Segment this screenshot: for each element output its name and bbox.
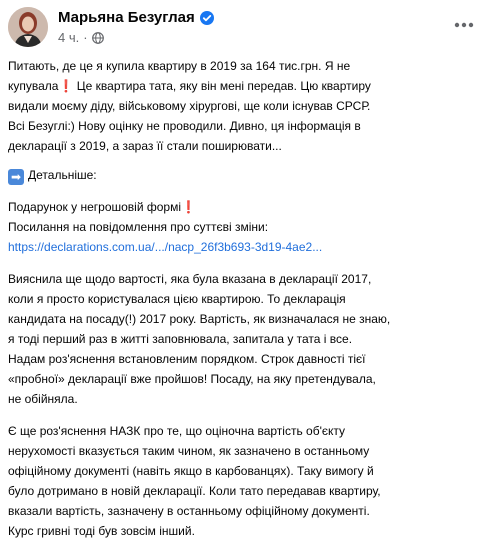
facebook-post: Марьяна Безуглая 4 ч. · Питають, де це я… <box>0 0 488 538</box>
paragraph-3: Вияснила ще щодо вартості, яка була вказ… <box>8 269 484 409</box>
text-line: Посилання на повідомлення про суттєві зм… <box>8 220 269 234</box>
text-line: Є ще роз'яснення НАЗК про те, що оціночн… <box>8 424 346 438</box>
red-exclamation-emoji: ❗ <box>181 200 196 214</box>
post-text: Питають, де це я купила квартиру в 2019 … <box>8 56 484 541</box>
text-line: Курс гривні тоді був зовсім інший. <box>8 524 195 538</box>
paragraph-4: Є ще роз'яснення НАЗК про те, що оціночн… <box>8 421 484 541</box>
text-line: «пробної» декларації вже пройшов! Посаду… <box>8 372 376 386</box>
details-heading: ➡ Детальніше: <box>8 165 484 185</box>
text-line: Надам роз'яснення встановленим порядком.… <box>8 352 366 366</box>
paragraph-2: Подарунок у негрошовій формі❗ Посилання … <box>8 197 484 257</box>
declaration-link[interactable]: https://declarations.com.ua/.../nacp_26f… <box>8 237 484 257</box>
text-line: видали моєму діду, військовому хірургові… <box>8 99 371 113</box>
more-options-icon[interactable] <box>452 13 476 37</box>
text-line: вказали вартість, зазначену в останньому… <box>8 504 370 518</box>
text-line: не обійняла. <box>8 392 78 406</box>
details-label: Детальніше: <box>28 168 97 182</box>
text-line: Вияснила ще щодо вартості, яка була вказ… <box>8 272 372 286</box>
text-line: офіційному документі (навіть якщо в карб… <box>8 464 374 478</box>
avatar-photo <box>8 7 48 47</box>
post-meta: 4 ч. · <box>58 30 104 45</box>
text-line: Подарунок у негрошовій формі❗ <box>8 197 484 217</box>
text-line: було дотримано в новій декларації. Коли … <box>8 484 381 498</box>
text-segment: Це квартира тата, яку він мені передав. … <box>76 79 371 93</box>
red-exclamation-emoji: ❗ <box>58 79 74 93</box>
text-line: купувала❗ Це квартира тата, яку він мені… <box>8 76 484 96</box>
text-line: я тоді перший раз в житті заповнювала, з… <box>8 332 353 346</box>
text-line: Питають, де це я купила квартиру в 2019 … <box>8 59 351 73</box>
text-line: Всі Безуглі:) Нову оцінку не проводили. … <box>8 119 361 133</box>
text-line: декларації з 2019, а зараз її стали поши… <box>8 139 282 153</box>
text-line: ➡ Детальніше: <box>8 165 484 185</box>
text-line: кандидата на посаду(!) 2017 року. Вартіс… <box>8 312 391 326</box>
author-name[interactable]: Марьяна Безуглая <box>58 9 195 26</box>
text-segment: купувала <box>8 79 59 93</box>
post-header: Марьяна Безуглая 4 ч. · <box>8 4 480 48</box>
avatar[interactable] <box>8 7 48 47</box>
globe-icon[interactable] <box>91 31 104 44</box>
meta-separator: · <box>83 30 88 45</box>
author-name-row: Марьяна Безуглая <box>58 9 214 26</box>
text-segment: Подарунок у негрошовій формі <box>8 200 182 214</box>
right-arrow-emoji: ➡ <box>8 169 24 185</box>
text-line: нерухомості вказується таким чином, як з… <box>8 444 370 458</box>
paragraph-1: Питають, де це я купила квартиру в 2019 … <box>8 56 484 156</box>
post-timestamp[interactable]: 4 ч. <box>58 30 79 45</box>
verified-badge-icon <box>199 10 214 25</box>
text-line: коли я просто користувалася цією квартир… <box>8 292 346 306</box>
